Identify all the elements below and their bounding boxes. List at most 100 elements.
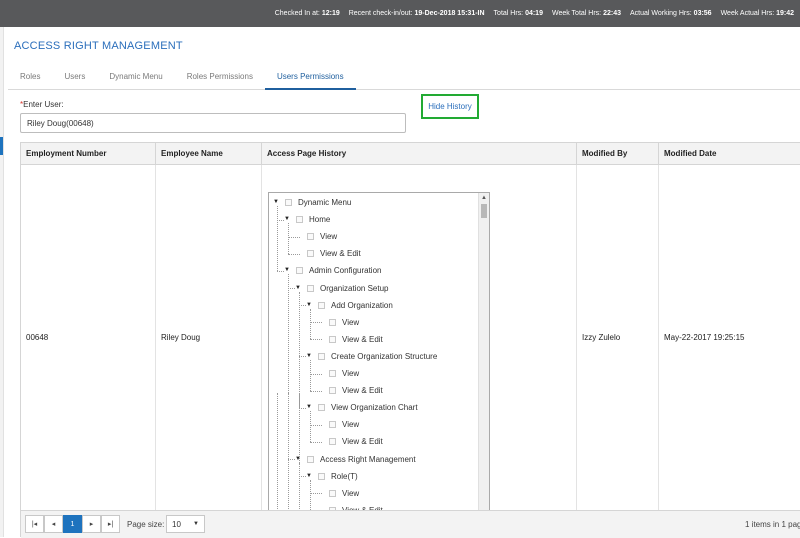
enter-user-input[interactable]: [20, 113, 406, 133]
tree-node-checkbox[interactable]: [329, 421, 336, 429]
tree-guide-line: [310, 479, 311, 510]
tree-node[interactable]: View: [295, 228, 337, 245]
tree-node-checkbox[interactable]: [318, 404, 325, 412]
tree-node-checkbox[interactable]: [329, 370, 336, 377]
tree-node[interactable]: ▼ Add Organization: [306, 297, 393, 314]
first-page-button[interactable]: |◂: [25, 515, 44, 533]
tree-node-label: View Organization Chart: [331, 403, 418, 413]
tree-node-checkbox[interactable]: [296, 267, 303, 275]
tree-node-label: Admin Configuration: [309, 266, 382, 276]
tree-connector-line: [310, 373, 322, 375]
tree-node-checkbox[interactable]: [307, 284, 314, 292]
tree-node[interactable]: View & Edit: [317, 331, 383, 348]
tree-node-label: View & Edit: [342, 437, 383, 447]
tree-node-label: View: [342, 420, 360, 430]
scroll-thumb[interactable]: [481, 204, 487, 218]
tab-dynamic-menu[interactable]: Dynamic Menu: [97, 64, 174, 90]
tree-connector-line: [288, 459, 295, 460]
tree-connector-line: [299, 476, 306, 478]
header-employment-number[interactable]: Employment Number: [21, 143, 156, 165]
tree-node[interactable]: View & Edit: [317, 382, 383, 399]
tree-guide-line: [310, 359, 311, 391]
prev-page-button[interactable]: ◂: [44, 515, 63, 533]
tree-node[interactable]: View & Edit: [295, 245, 361, 262]
tab-users-permissions[interactable]: Users Permissions: [264, 64, 356, 90]
tree-node-checkbox[interactable]: [296, 216, 303, 224]
access-history-tree[interactable]: ▲ ▼ ▼Dynamic Menu▼Home View View & Edit ▼Ad…: [268, 192, 490, 510]
tree-node[interactable]: View & Edit: [317, 433, 383, 450]
tree-node[interactable]: ▼ Dynamic Menu: [273, 194, 351, 211]
tree-node-checkbox[interactable]: [329, 489, 336, 497]
scroll-up-icon[interactable]: ▲: [481, 194, 487, 202]
tree-node-label: Dynamic Menu: [298, 198, 352, 207]
tree-node[interactable]: ▼ Organization Setup: [295, 280, 389, 297]
tree-node[interactable]: ▼ Home: [284, 211, 330, 228]
page-size-select[interactable]: 10 ▼: [166, 515, 205, 533]
actual-working-hrs-stat: Actual Working Hrs: 03:56: [629, 10, 712, 17]
recent-checkin-stat: Recent check-in/out: 19-Dec-2018 15:31-I…: [348, 10, 485, 17]
tree-node-checkbox[interactable]: [307, 250, 314, 258]
tree-node[interactable]: View: [317, 365, 359, 382]
tree-node[interactable]: View & Edit: [317, 502, 383, 510]
tree-scrollbar[interactable]: ▲ ▼: [478, 193, 489, 510]
hide-history-link[interactable]: Hide History: [421, 94, 479, 119]
cell-modified-by: Izzy Zulelo: [577, 165, 659, 510]
tree-guide-line: [310, 411, 311, 442]
left-sidebar-strip: [0, 27, 4, 537]
tree-node-label: Add Organization: [331, 300, 393, 310]
tree-node-label: View & Edit: [342, 334, 383, 344]
tree-node-checkbox[interactable]: [285, 199, 292, 206]
last-page-button[interactable]: ▸|: [101, 515, 120, 533]
pager-info: 1 items in 1 pages: [745, 520, 800, 529]
tree-node[interactable]: View: [317, 314, 359, 331]
tree-node[interactable]: ▼ Access Right Management: [295, 451, 416, 468]
tree-guide-line: [288, 393, 289, 510]
tree-node-checkbox[interactable]: [329, 387, 336, 395]
tree-node-label: View: [320, 232, 338, 242]
tab-users[interactable]: Users: [52, 64, 97, 90]
next-page-button[interactable]: ▸: [82, 515, 101, 533]
tree-node[interactable]: View: [317, 416, 359, 433]
tree-node-checkbox[interactable]: [318, 352, 325, 360]
checked-in-stat: Checked In at: 12:19: [274, 10, 340, 17]
tree-node[interactable]: View: [317, 485, 359, 502]
tree-guide-line: [277, 393, 278, 510]
tab-bar: Roles Users Dynamic Menu Roles Permissio…: [8, 64, 800, 90]
tree-node-label: View & Edit: [342, 502, 383, 510]
tree-node-checkbox[interactable]: [329, 318, 336, 326]
tree-connector-line: [310, 424, 322, 426]
enter-user-label: *Enter User:: [20, 100, 64, 109]
tree-node[interactable]: ▼ Admin Configuration: [284, 262, 381, 279]
cell-employment-number: 00648: [21, 165, 156, 510]
tree-node-label: View & Edit: [320, 249, 361, 259]
tree-node-label: View: [342, 369, 360, 378]
tree-guide-line: [310, 308, 311, 340]
header-modified-date[interactable]: Modified Date: [659, 143, 800, 165]
tree-node-label: View: [342, 317, 360, 327]
tree-connector-line: [310, 322, 322, 324]
chevron-down-icon: ▼: [193, 521, 199, 527]
tree-node-checkbox[interactable]: [318, 301, 325, 309]
status-bar: Checked In at: 12:19 Recent check-in/out…: [0, 0, 800, 27]
tree-node-checkbox[interactable]: [307, 455, 314, 463]
tree-node-label: View & Edit: [342, 386, 383, 396]
tree-connector-line: [288, 288, 295, 289]
tab-roles[interactable]: Roles: [8, 64, 52, 90]
current-page-button[interactable]: 1: [63, 515, 82, 533]
header-access-page-history[interactable]: Access Page History: [262, 143, 577, 165]
tree-node[interactable]: ▼ Role(T): [306, 468, 358, 485]
tree-node-checkbox[interactable]: [307, 233, 314, 241]
tree-guide-line: [299, 291, 300, 408]
tree-node-checkbox[interactable]: [329, 335, 336, 343]
tree-node[interactable]: ▼ View Organization Chart: [306, 399, 418, 416]
tree-node[interactable]: ▼ Create Organization Structure: [306, 348, 437, 365]
tree-node-label: View: [342, 488, 360, 498]
tree-connector-line: [288, 253, 300, 255]
header-employee-name[interactable]: Employee Name: [156, 143, 262, 165]
tree-node-checkbox[interactable]: [318, 472, 325, 480]
table-row: 00648 Riley Doug Izzy Zulelo May-22-2017…: [21, 165, 800, 510]
tree-node-checkbox[interactable]: [329, 438, 336, 446]
header-modified-by[interactable]: Modified By: [577, 143, 659, 165]
tab-roles-permissions[interactable]: Roles Permissions: [175, 64, 265, 90]
tree-node-label: Create Organization Structure: [331, 351, 438, 361]
